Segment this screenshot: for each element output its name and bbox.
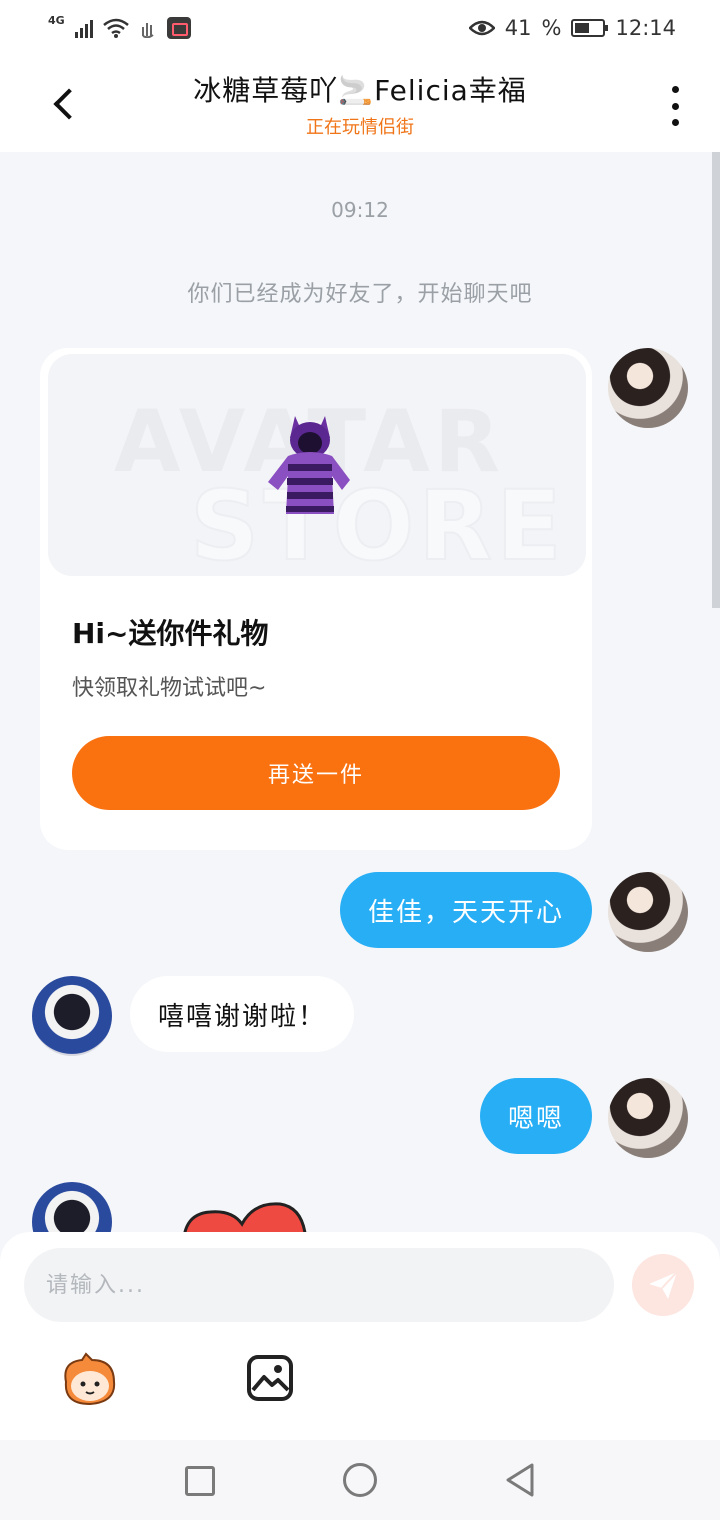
send-icon xyxy=(649,1271,678,1299)
system-nav-bar xyxy=(0,1440,720,1520)
nav-back-icon[interactable] xyxy=(504,1462,536,1498)
composer-panel xyxy=(0,1232,720,1440)
clock: 12:14 xyxy=(615,16,676,40)
avatar[interactable] xyxy=(32,1182,112,1232)
recents-button[interactable] xyxy=(185,1466,215,1496)
message-input[interactable] xyxy=(24,1248,614,1322)
message-bubble-incoming[interactable]: 嘻嘻谢谢啦！ xyxy=(130,976,355,1052)
system-message: 你们已经成为好友了，开始聊天吧 xyxy=(187,282,533,307)
more-dot-icon xyxy=(671,102,679,110)
battery-icon xyxy=(571,19,609,37)
message-bubble-outgoing[interactable]: 佳佳，天天开心 xyxy=(339,872,592,948)
title-wrap: 冰糖草莓吖🚬Felicia幸福 正在玩情侣街 xyxy=(193,69,527,139)
hand-icon xyxy=(141,23,154,38)
percent-sign: % xyxy=(541,16,562,40)
hoodie-gift-icon xyxy=(268,416,350,514)
chevron-left-icon xyxy=(53,88,85,120)
emoji-sticker-icon[interactable] xyxy=(60,1352,120,1408)
network-type-label: 4G xyxy=(48,13,65,27)
gift-description: 快领取礼物试试吧~ xyxy=(72,676,267,701)
more-dot-icon xyxy=(671,86,679,93)
send-button[interactable] xyxy=(632,1254,694,1316)
battery-percent: 41 xyxy=(504,16,532,40)
image-icon[interactable] xyxy=(246,1354,294,1402)
contact-name: 冰糖草莓吖🚬Felicia幸福 xyxy=(193,74,527,107)
status-left: 4G xyxy=(48,13,191,39)
chat-header: 冰糖草莓吖🚬Felicia幸福 正在玩情侣街 xyxy=(0,56,720,152)
chat-area[interactable]: 09:12 你们已经成为好友了，开始聊天吧 AVATAR STORE Hi~送你… xyxy=(0,152,720,1232)
screen-record-icon xyxy=(166,17,191,39)
wifi-icon xyxy=(102,18,129,38)
signal-icon xyxy=(74,18,93,38)
avatar[interactable] xyxy=(608,872,688,952)
avatar[interactable] xyxy=(32,976,112,1056)
message-time: 09:12 xyxy=(331,198,389,222)
avatar[interactable] xyxy=(608,1078,688,1158)
send-another-gift-button[interactable]: 再送一件 xyxy=(72,736,560,810)
message-bubble-outgoing[interactable]: 嗯嗯 xyxy=(479,1078,592,1154)
home-button[interactable] xyxy=(343,1463,377,1497)
back-button[interactable] xyxy=(44,82,85,126)
more-dot-icon xyxy=(671,119,679,126)
status-right: 41 % 12:14 xyxy=(468,16,676,40)
watermark-store: STORE xyxy=(189,469,566,576)
contact-status: 正在玩情侣街 xyxy=(306,117,414,138)
gift-card[interactable]: AVATAR STORE Hi~送你件礼物 快领取礼物试试吧~ 再送一件 xyxy=(40,348,592,850)
scrollbar[interactable] xyxy=(712,152,720,608)
avatar[interactable] xyxy=(608,348,688,428)
eye-icon xyxy=(468,20,495,36)
heart-sticker-icon[interactable] xyxy=(180,1194,310,1232)
more-button[interactable] xyxy=(668,86,682,126)
gift-image: AVATAR STORE xyxy=(48,354,586,576)
gift-title: Hi~送你件礼物 xyxy=(72,617,269,650)
status-bar: 4G 41 % 12:14 xyxy=(0,0,720,56)
